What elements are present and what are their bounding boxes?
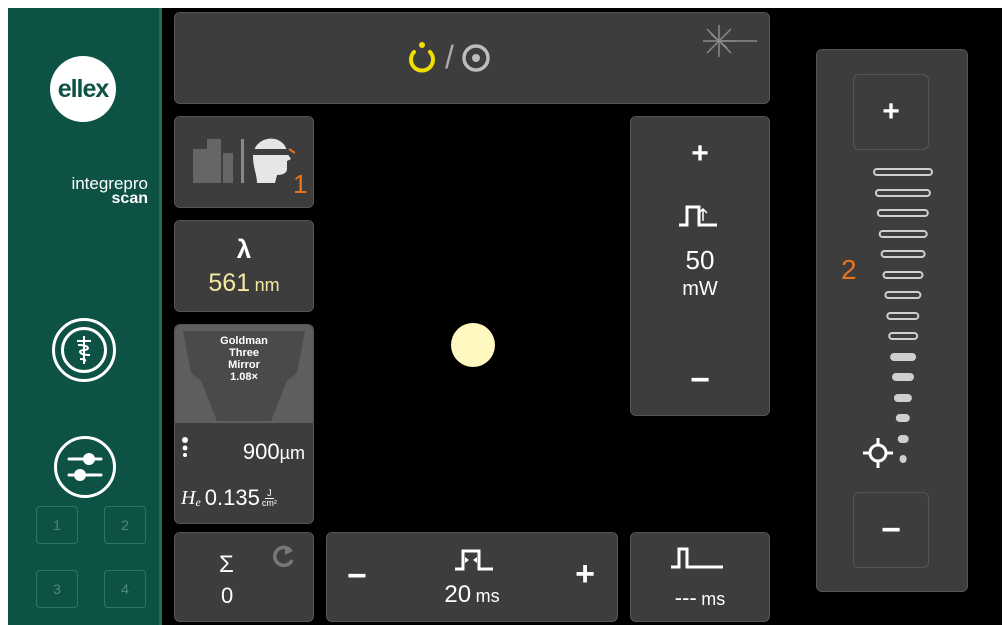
fluence-label: H	[181, 486, 196, 509]
pulse-duration-icon	[455, 549, 493, 571]
sliders-icon	[67, 453, 103, 481]
standby-icon[interactable]	[405, 40, 439, 76]
wavelength-value: 561	[208, 268, 251, 297]
lens-image: Goldman Three Mirror 1.08×	[175, 325, 313, 423]
laser-emission-icon	[703, 25, 757, 57]
aiming-level-segment	[882, 270, 924, 279]
lens-name-line1: Goldman	[220, 335, 268, 347]
caduceus-icon	[77, 336, 91, 364]
illumination-marker-1: 1	[293, 169, 308, 199]
lens-panel[interactable]: Goldman Three Mirror 1.08× 900µm H e 0.1…	[174, 324, 314, 524]
fluence-unit-den: cm²	[261, 497, 277, 508]
aiming-level-segment	[878, 229, 928, 238]
aiming-level-bar[interactable]	[857, 168, 949, 474]
shot-counter-panel[interactable]: Σ 0	[174, 532, 314, 622]
aiming-level-segment	[893, 393, 913, 402]
power-unit: mW	[682, 278, 718, 300]
spot-size-icon	[182, 437, 188, 457]
patient-head-icon	[251, 138, 295, 183]
aiming-level-segment	[888, 332, 918, 340]
preset-4-button[interactable]: 4	[104, 570, 146, 608]
interval-unit: ms	[701, 589, 726, 609]
aiming-level-segment	[892, 373, 914, 381]
fluence-sub: e	[195, 494, 201, 509]
treatment-button[interactable]	[52, 318, 116, 382]
mode-bar: /	[174, 12, 770, 104]
laser-screen: ellex integrepro scan 1 2 3 4 / 1 λ 561 …	[8, 8, 1002, 625]
aiming-level-segment	[895, 414, 911, 422]
aiming-level-segment	[876, 209, 930, 217]
lambda-symbol: λ	[236, 233, 252, 264]
spot-size-unit: µm	[279, 443, 305, 463]
power-minus-button[interactable]: −	[631, 361, 769, 400]
power-value: 50	[685, 245, 715, 275]
wavelength-unit: nm	[254, 274, 280, 295]
sigma-symbol: Σ	[219, 551, 234, 578]
aiming-level-segment	[890, 352, 916, 361]
aiming-level-segment	[886, 311, 920, 320]
aiming-level-segment	[880, 250, 926, 258]
ready-icon[interactable]	[460, 42, 492, 74]
aiming-marker-2: 2	[841, 254, 857, 285]
mode-separator: /	[445, 39, 454, 75]
lens-magnification: 1.08×	[230, 371, 258, 383]
fluence-value: 0.135	[204, 485, 260, 510]
aiming-plus-button[interactable]: +	[853, 74, 929, 150]
reset-counter-icon[interactable]	[271, 543, 297, 569]
aiming-level-segment	[897, 434, 909, 443]
duration-plus-button[interactable]: +	[575, 555, 595, 594]
duration-value: 20	[444, 581, 472, 608]
lens-name-line3: Mirror	[228, 359, 260, 371]
interval-pulse-icon	[671, 547, 723, 569]
aiming-level-segment	[884, 291, 922, 299]
fluence-unit-num: J	[265, 487, 274, 499]
aiming-level-segment	[874, 188, 932, 197]
preset-2-button[interactable]: 2	[104, 506, 146, 544]
aiming-beam-spot	[451, 323, 495, 367]
aiming-intensity-panel: + 2 −	[816, 49, 968, 592]
slit-lamp-icon	[193, 139, 244, 183]
illumination-panel[interactable]: 1	[174, 116, 314, 208]
power-plus-button[interactable]: +	[631, 137, 769, 171]
aiming-minus-button[interactable]: −	[853, 492, 929, 568]
ellex-logo: ellex	[50, 56, 116, 122]
sidebar: ellex integrepro scan 1 2 3 4	[8, 8, 162, 625]
counter-value: 0	[221, 583, 234, 608]
interval-value: ---	[674, 585, 697, 610]
aiming-level-segment	[899, 455, 907, 463]
preset-1-button[interactable]: 1	[36, 506, 78, 544]
aiming-level-segment	[873, 168, 933, 176]
wavelength-panel[interactable]: λ 561 nm	[174, 220, 314, 312]
preset-3-button[interactable]: 3	[36, 570, 78, 608]
settings-sliders-button[interactable]	[54, 436, 116, 498]
duration-unit: ms	[475, 586, 500, 606]
power-pulse-icon	[679, 205, 717, 227]
power-panel: + 50 mW −	[630, 116, 770, 416]
brand-subname: scan	[111, 190, 148, 207]
duration-panel: − 20 ms +	[326, 532, 618, 622]
spot-size-value: 900	[242, 439, 280, 464]
lens-name-line2: Three	[229, 347, 259, 359]
interval-panel[interactable]: --- ms	[630, 532, 770, 622]
aiming-beam-icon	[863, 438, 893, 468]
